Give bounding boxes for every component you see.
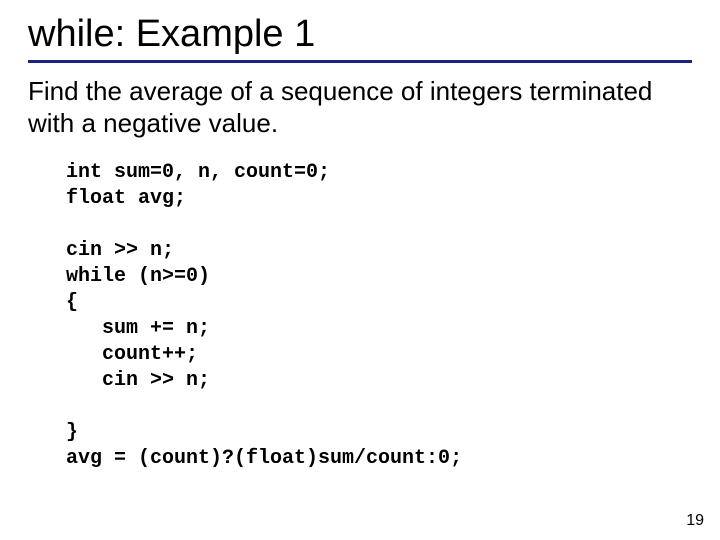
code-line: float avg; [66,187,186,210]
slide: while: Example 1 Find the average of a s… [0,0,720,540]
code-line: avg = (count)?(float)sum/count:0; [66,447,462,470]
code-line: count++; [66,343,198,366]
code-line: int sum=0, n, count=0; [66,161,330,184]
code-line: } [66,421,78,444]
code-block: int sum=0, n, count=0; float avg; cin >>… [66,160,692,472]
slide-title: while: Example 1 [28,14,692,56]
title-underline [28,60,692,63]
code-line: sum += n; [66,317,210,340]
code-line: cin >> n; [66,369,210,392]
code-line: cin >> n; [66,239,174,262]
code-line: while (n>=0) [66,265,210,288]
page-number: 19 [686,512,704,530]
problem-description: Find the average of a sequence of intege… [28,75,692,140]
code-line: { [66,291,78,314]
